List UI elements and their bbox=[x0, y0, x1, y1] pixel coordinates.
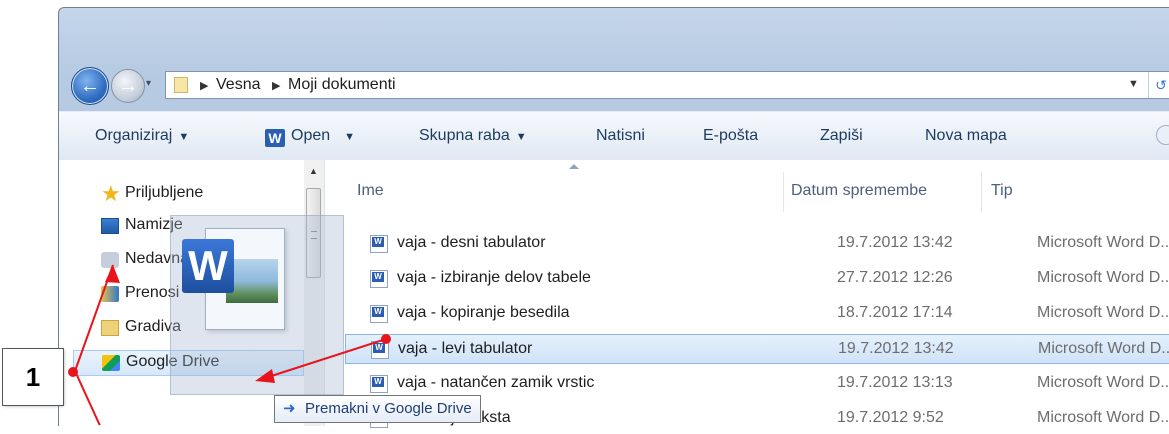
column-header-name[interactable]: Ime bbox=[357, 182, 384, 200]
file-row[interactable]: vaja - kopiranje besedila 18.7.2012 17:1… bbox=[345, 299, 1169, 329]
folder-icon bbox=[101, 320, 119, 336]
breadcrumb-vesna[interactable]: Vesna bbox=[216, 76, 260, 94]
file-date: 18.7.2012 17:14 bbox=[837, 304, 953, 321]
file-date: 19.7.2012 13:13 bbox=[837, 374, 953, 391]
word-document-icon bbox=[370, 305, 388, 323]
file-row[interactable]: vaja - izbiranje delov tabele 27.7.2012 … bbox=[345, 264, 1169, 294]
desktop-icon bbox=[101, 218, 119, 234]
move-arrow-icon: ➜ bbox=[283, 400, 296, 417]
column-header-type[interactable]: Tip bbox=[991, 182, 1013, 200]
file-date: 19.7.2012 9:52 bbox=[837, 409, 944, 426]
address-dropdown-icon[interactable]: ▼ bbox=[1128, 78, 1139, 90]
organize-label: Organiziraj bbox=[95, 127, 173, 144]
file-type: Microsoft Word D... bbox=[1037, 374, 1169, 391]
help-icon[interactable] bbox=[1156, 125, 1169, 145]
share-button[interactable]: Skupna raba ▼ bbox=[419, 127, 527, 145]
google-drive-icon bbox=[102, 355, 120, 371]
back-button[interactable]: ← bbox=[71, 67, 109, 105]
file-name: vaja - desni tabulator bbox=[397, 234, 546, 251]
organize-button[interactable]: Organiziraj ▼ bbox=[95, 127, 189, 145]
sidebar-favorites[interactable]: ★ Priljubljene bbox=[59, 181, 304, 208]
file-type: Microsoft Word D... bbox=[1037, 269, 1169, 286]
column-divider[interactable] bbox=[783, 172, 784, 212]
file-date: 19.7.2012 13:42 bbox=[838, 340, 954, 357]
drag-tooltip-text: Premakni v Google Drive bbox=[305, 400, 472, 417]
file-date: 27.7.2012 12:26 bbox=[837, 269, 953, 286]
word-document-icon bbox=[370, 270, 388, 288]
address-row: ← → ▾ ▶ Vesna ▶ Moji dokumenti ▼ ↺ bbox=[59, 64, 1169, 105]
recent-places-icon bbox=[101, 252, 119, 268]
file-type: Microsoft Word D... bbox=[1038, 340, 1169, 357]
back-arrow-icon: ← bbox=[80, 74, 100, 97]
word-document-icon bbox=[370, 375, 388, 393]
file-name: vaja - levi tabulator bbox=[398, 340, 533, 357]
breadcrumb-moji-dokumenti[interactable]: Moji dokumenti bbox=[288, 76, 396, 94]
column-divider[interactable] bbox=[981, 172, 982, 212]
open-button[interactable]: W Open ▼ bbox=[265, 127, 355, 147]
scroll-up-icon[interactable]: ▲ bbox=[309, 166, 318, 176]
recent-pages-dropdown[interactable]: ▾ bbox=[146, 78, 158, 90]
forward-arrow-icon: → bbox=[118, 74, 138, 97]
chevron-down-icon: ▼ bbox=[344, 131, 356, 143]
drag-tooltip: ➜ Premakni v Google Drive bbox=[274, 395, 481, 423]
word-logo-icon: W bbox=[182, 239, 234, 293]
file-row-selected[interactable]: vaja - levi tabulator 19.7.2012 13:42 Mi… bbox=[345, 334, 1169, 364]
breadcrumb-separator-icon[interactable]: ▶ bbox=[200, 79, 208, 92]
new-folder-button[interactable]: Nova mapa bbox=[925, 127, 1007, 145]
print-button[interactable]: Natisni bbox=[596, 127, 645, 145]
downloads-icon bbox=[101, 286, 119, 302]
file-row[interactable]: vaja - desni tabulator 19.7.2012 13:42 M… bbox=[345, 229, 1169, 259]
email-button[interactable]: E-pošta bbox=[703, 127, 758, 145]
file-list: Ime Datum spremembe Tip vaja - desni tab… bbox=[325, 160, 1169, 428]
chevron-down-icon: ▼ bbox=[515, 131, 527, 143]
breadcrumb-separator-icon[interactable]: ▶ bbox=[272, 79, 280, 92]
forward-button[interactable]: → bbox=[111, 69, 145, 103]
file-name: vaja - kopiranje besedila bbox=[397, 304, 570, 321]
burn-button[interactable]: Zapiši bbox=[820, 127, 863, 145]
refresh-icon[interactable]: ↺ bbox=[1148, 72, 1169, 98]
address-bar[interactable]: ▶ Vesna ▶ Moji dokumenti ▼ ↺ bbox=[165, 71, 1169, 99]
folder-icon bbox=[174, 77, 188, 93]
column-header-date[interactable]: Datum spremembe bbox=[791, 182, 927, 200]
file-name: vaja - izbiranje delov tabele bbox=[397, 269, 591, 286]
callout-number: 1 bbox=[2, 348, 64, 406]
chevron-down-icon: ▼ bbox=[178, 131, 190, 143]
word-icon: W bbox=[265, 129, 285, 147]
star-icon: ★ bbox=[101, 181, 121, 206]
file-type: Microsoft Word D... bbox=[1037, 409, 1169, 426]
sort-ascending-icon bbox=[569, 164, 579, 169]
file-type: Microsoft Word D... bbox=[1037, 304, 1169, 321]
word-document-icon bbox=[370, 235, 388, 253]
file-type: Microsoft Word D... bbox=[1037, 234, 1169, 251]
word-document-icon bbox=[371, 341, 389, 359]
file-name: vaja - natančen zamik vrstic bbox=[397, 374, 595, 391]
share-label: Skupna raba bbox=[419, 127, 510, 144]
open-label: Open bbox=[291, 127, 331, 144]
file-date: 19.7.2012 13:42 bbox=[837, 234, 953, 251]
dragged-document: W bbox=[182, 228, 285, 330]
command-bar: Organiziraj ▼ W Open ▼ Skupna raba ▼ Natisni… bbox=[59, 111, 1169, 161]
sidebar-item-label: Priljubljene bbox=[125, 184, 204, 201]
